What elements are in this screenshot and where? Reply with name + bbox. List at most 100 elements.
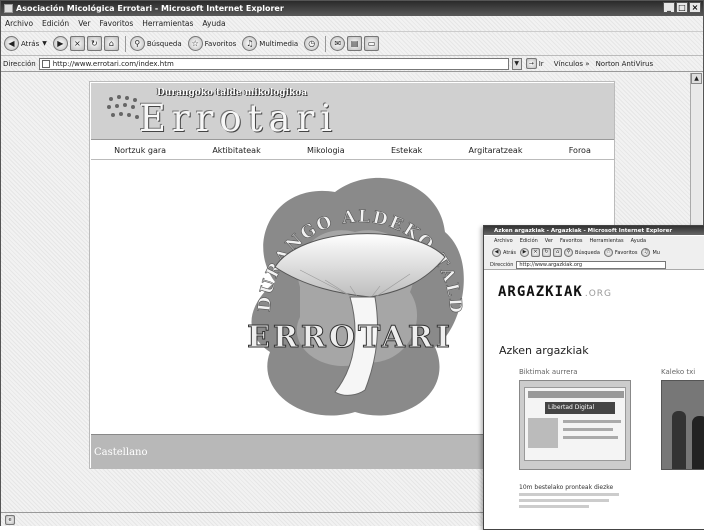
- w2-multimedia-icon[interactable]: ♫: [641, 248, 651, 257]
- search-button[interactable]: ⚲ Búsqueda: [129, 36, 182, 51]
- argazkiak-logo[interactable]: ARGAZKIAK .ORG: [498, 284, 612, 300]
- nav-nortzuk-gara[interactable]: Nortzuk gara: [114, 146, 166, 155]
- window-controls: _ □ ×: [663, 2, 701, 13]
- multimedia-icon: ♫: [242, 36, 258, 51]
- w2-thumbnail-2[interactable]: [661, 380, 704, 470]
- errotari-logo: DURANGO ALDEKO TALDE MIKOLOGIKOA ERROTAR…: [230, 162, 464, 416]
- address-dropdown-icon[interactable]: ▼: [511, 57, 522, 70]
- window-title: Asociación Micológica Errotari - Microso…: [16, 4, 284, 13]
- stop-icon[interactable]: ×: [69, 36, 85, 51]
- star-icon: ☆: [187, 36, 203, 51]
- back-label: Atrás: [21, 39, 40, 48]
- norton-antivirus-button[interactable]: Norton AntiVirus: [596, 60, 654, 68]
- w2-caption[interactable]: 10m bestelako pronteak diezke: [519, 484, 613, 491]
- menu-favoritos[interactable]: Favoritos: [99, 19, 133, 28]
- w2-stop-icon[interactable]: ×: [531, 248, 541, 257]
- second-browser-window[interactable]: Azken argazkiak - Argazkiak - Microsoft …: [483, 225, 704, 530]
- w2-menu-archivo[interactable]: Archivo: [494, 238, 513, 244]
- w2-address-label: Dirección: [490, 261, 514, 268]
- go-arrow-icon[interactable]: →: [525, 58, 537, 69]
- multimedia-button[interactable]: ♫ Multimedia: [242, 36, 298, 51]
- address-label: Dirección: [3, 59, 36, 68]
- back-button[interactable]: ◀ Atrás ▼: [4, 36, 47, 51]
- go-button[interactable]: Ir: [539, 60, 544, 68]
- edit-icon[interactable]: ▭: [364, 36, 380, 51]
- forward-arrow-icon[interactable]: ▶: [52, 36, 68, 51]
- thumb-image: [528, 418, 558, 448]
- favorites-button[interactable]: ☆ Favoritos: [187, 36, 237, 51]
- favorites-label: Favoritos: [204, 39, 237, 48]
- maximize-button[interactable]: □: [676, 2, 688, 13]
- site-header: Durangoko talde mikologikoa Errotari: [91, 83, 614, 140]
- toolbar-separator: [325, 35, 327, 52]
- w2-caption-lines: [519, 493, 631, 508]
- thumb2-figure: [672, 411, 686, 469]
- nav-foroa[interactable]: Foroa: [569, 146, 591, 155]
- menu-edicion[interactable]: Edición: [42, 19, 69, 28]
- w2-toolbar: ◀ Atrás ▶ × ↻ ⌂ ⚲ Búsqueda ☆ Favoritos ♫…: [484, 245, 704, 260]
- w2-menu-edicion[interactable]: Edición: [520, 238, 538, 244]
- w2-menu-favoritos[interactable]: Favoritos: [560, 238, 583, 244]
- links-label: Vínculos: [553, 59, 584, 68]
- w2-back-label[interactable]: Atrás: [503, 250, 516, 256]
- scroll-up-icon[interactable]: ▲: [691, 73, 702, 84]
- w2-back-icon[interactable]: ◀: [492, 248, 501, 257]
- address-bar: Dirección http://www.errotari.com/index.…: [1, 56, 703, 72]
- address-url: http://www.errotari.com/index.htm: [52, 59, 174, 68]
- toolbar-separator: [124, 35, 126, 52]
- minimize-button[interactable]: _: [663, 2, 675, 13]
- nav-argitaratzeak[interactable]: Argitaratzeak: [469, 146, 523, 155]
- home-icon[interactable]: ⌂: [103, 36, 119, 51]
- logo-text: ERROTARI: [247, 320, 453, 355]
- print-icon[interactable]: ▤: [347, 36, 363, 51]
- history-icon[interactable]: ◷: [304, 36, 320, 51]
- w2-gallery-title-2[interactable]: Kaleko txi: [661, 368, 695, 376]
- w2-refresh-icon[interactable]: ↻: [542, 248, 552, 257]
- thumb-screen: Libertad Digital: [524, 387, 626, 461]
- w2-address-bar: Dirección http://www.argazkiak.org: [484, 260, 704, 270]
- w2-menu-ver[interactable]: Ver: [545, 238, 553, 244]
- nav-mikologia[interactable]: Mikologia: [307, 146, 345, 155]
- status-page-icon: e: [5, 514, 15, 525]
- w2-star-icon[interactable]: ☆: [603, 248, 613, 257]
- multimedia-label: Multimedia: [259, 39, 299, 48]
- mail-icon[interactable]: ✉: [330, 36, 346, 51]
- links-button[interactable]: Vínculos »: [554, 60, 590, 68]
- thumb-line: [563, 436, 618, 439]
- thumb2-figure: [692, 416, 704, 469]
- w2-search-icon[interactable]: ⚲: [564, 248, 574, 257]
- refresh-icon[interactable]: ↻: [86, 36, 102, 51]
- search-label: Búsqueda: [146, 39, 182, 48]
- w2-menu-herramientas[interactable]: Herramientas: [590, 238, 624, 244]
- w2-multimedia-label[interactable]: Mu: [652, 250, 659, 256]
- w2-menu-bar: Archivo Edición Ver Favoritos Herramient…: [484, 236, 704, 245]
- w2-menu-ayuda[interactable]: Ayuda: [631, 238, 646, 244]
- w2-window-title: Azken argazkiak - Argazkiak - Microsoft …: [494, 227, 673, 234]
- w2-home-icon[interactable]: ⌂: [553, 248, 563, 257]
- thumb-toolbar: [528, 391, 624, 398]
- page-icon: [41, 59, 50, 68]
- w2-favorites-label[interactable]: Favoritos: [615, 250, 638, 256]
- w2-gallery-title-1[interactable]: Biktimak aurrera: [519, 368, 578, 376]
- w2-forward-icon[interactable]: ▶: [520, 248, 530, 257]
- castellano-link[interactable]: Castellano: [94, 447, 148, 458]
- w2-thumbnail-1[interactable]: Libertad Digital: [519, 380, 631, 470]
- ie-icon: [4, 4, 13, 13]
- title-bar: Asociación Micológica Errotari - Microso…: [1, 1, 703, 16]
- site-brand[interactable]: Errotari: [139, 97, 338, 140]
- menu-ver[interactable]: Ver: [78, 19, 90, 28]
- address-input[interactable]: http://www.errotari.com/index.htm: [38, 57, 509, 70]
- argazkiak-logo-suffix: .ORG: [584, 289, 613, 299]
- close-button[interactable]: ×: [689, 2, 701, 13]
- w2-heading: Azken argazkiak: [499, 344, 589, 357]
- search-icon: ⚲: [129, 36, 145, 51]
- nav-estekak[interactable]: Estekak: [391, 146, 422, 155]
- w2-address-input[interactable]: http://www.argazkiak.org: [516, 260, 667, 269]
- toolbar: ◀ Atrás ▼ ▶ × ↻ ⌂ ⚲ Búsqueda ☆ Favoritos…: [1, 32, 703, 56]
- nav-aktibitateak[interactable]: Aktibitateak: [212, 146, 260, 155]
- w2-search-label[interactable]: Búsqueda: [575, 250, 600, 256]
- menu-ayuda[interactable]: Ayuda: [202, 19, 225, 28]
- menu-herramientas[interactable]: Herramientas: [142, 19, 193, 28]
- menu-archivo[interactable]: Archivo: [5, 19, 33, 28]
- w2-title-bar: Azken argazkiak - Argazkiak - Microsoft …: [484, 226, 704, 235]
